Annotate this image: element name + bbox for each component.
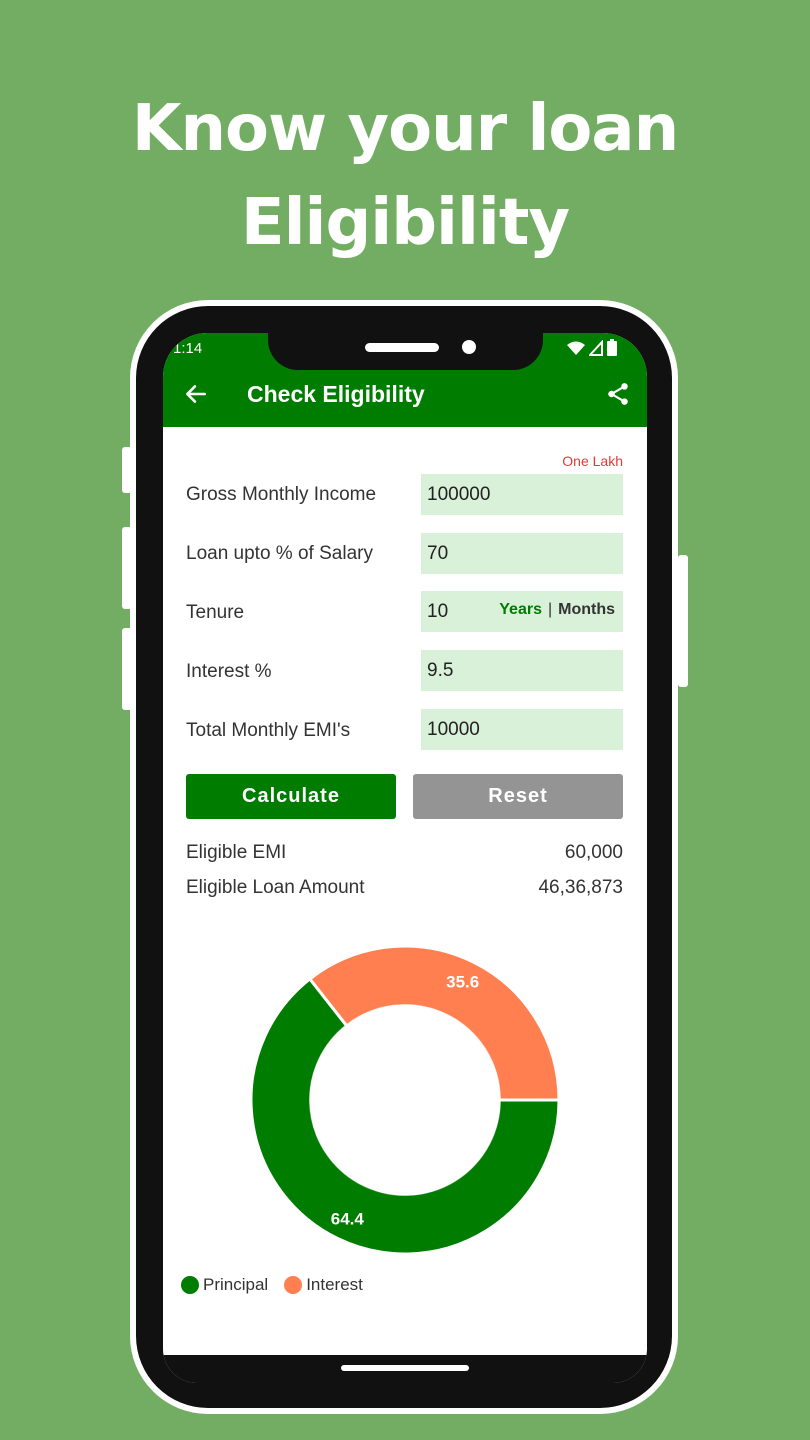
gross-income-label: Gross Monthly Income — [186, 484, 377, 505]
monthly-emi-input[interactable]: 10000 — [421, 709, 623, 750]
legend-interest-dot — [284, 1276, 303, 1294]
calculate-button[interactable]: Calculate — [186, 774, 396, 819]
eligible-emi-label: Eligible EMI — [186, 842, 287, 863]
tenure-label: Tenure — [186, 602, 245, 623]
phone-speaker — [365, 343, 439, 352]
donut-chart: 64.4 35.6 — [249, 944, 561, 1256]
status-time: 1:14 — [173, 340, 203, 357]
share-icon[interactable] — [605, 381, 631, 407]
wifi-icon — [567, 341, 585, 355]
legend-principal-label: Principal — [203, 1275, 269, 1294]
status-icons — [567, 339, 617, 356]
side-button-left-3 — [122, 628, 132, 710]
side-button-left-2 — [122, 527, 132, 609]
eligible-loan-value: 46,36,873 — [538, 877, 623, 898]
battery-icon — [607, 339, 617, 356]
legend-interest-label: Interest — [306, 1275, 363, 1294]
tenure-unit-toggle: Years | Months — [499, 601, 615, 619]
gross-income-input[interactable]: 100000 — [421, 474, 623, 515]
eligible-loan-label: Eligible Loan Amount — [186, 877, 365, 898]
tenure-input[interactable]: 10 Years | Months — [421, 591, 623, 632]
app-title: Check Eligibility — [247, 381, 425, 407]
headline-line-1: Know your loan — [131, 92, 679, 166]
signal-icon — [589, 339, 603, 356]
toggle-months[interactable]: Months — [558, 601, 615, 619]
loan-percent-value: 70 — [427, 543, 449, 564]
chart-legend: Principal Interest — [181, 1275, 363, 1295]
toggle-separator: | — [547, 601, 553, 618]
income-hint: One Lakh — [562, 453, 623, 469]
donut-label-interest: 35.6 — [446, 972, 479, 991]
monthly-emi-value: 10000 — [427, 719, 480, 740]
reset-button[interactable]: Reset — [413, 774, 623, 819]
interest-input[interactable]: 9.5 — [421, 650, 623, 691]
headline: Know your loan Eligibility — [0, 82, 810, 270]
app-bar: Check Eligibility — [163, 363, 647, 427]
donut-hole — [317, 1012, 493, 1188]
tenure-value: 10 — [427, 601, 449, 622]
interest-label: Interest % — [186, 661, 272, 682]
legend-principal-dot — [181, 1276, 199, 1294]
donut-label-principal: 64.4 — [331, 1210, 365, 1229]
gross-income-value: 100000 — [427, 484, 491, 505]
loan-percent-label: Loan upto % of Salary — [186, 543, 373, 564]
side-button-left-1 — [122, 447, 132, 493]
arrow-left-icon[interactable] — [183, 381, 209, 407]
home-indicator[interactable] — [341, 1365, 469, 1371]
front-camera — [462, 340, 476, 354]
monthly-emi-label: Total Monthly EMI's — [186, 720, 351, 741]
app-screen: 1:14 Check Eligibility One Lakh Gross Mo… — [163, 333, 647, 1383]
loan-percent-input[interactable]: 70 — [421, 533, 623, 574]
headline-line-2: Eligibility — [240, 186, 570, 260]
side-button-right — [678, 555, 688, 687]
interest-value: 9.5 — [427, 660, 454, 681]
toggle-years[interactable]: Years — [499, 601, 542, 619]
eligible-emi-value: 60,000 — [564, 842, 623, 863]
